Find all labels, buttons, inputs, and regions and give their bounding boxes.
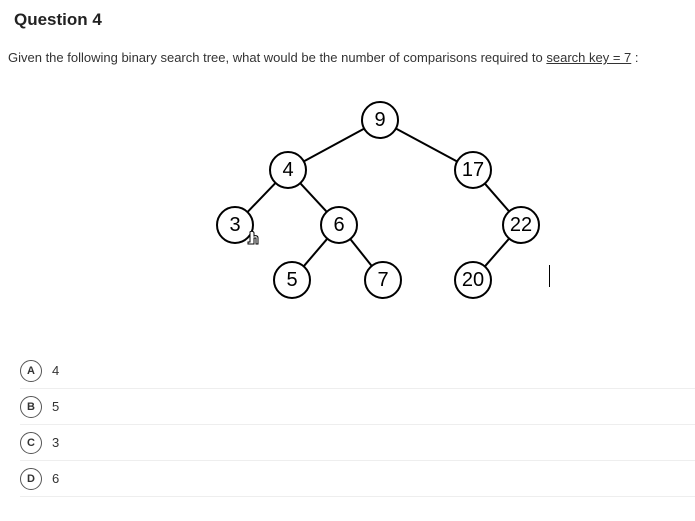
option-c[interactable]: C 3 — [20, 425, 695, 461]
tree-node: 5 — [274, 262, 310, 298]
tree-node: 17 — [455, 152, 491, 188]
question-text-underline: search key = 7 — [546, 50, 631, 65]
tree-svg: 9 4 17 3 6 22 5 7 20 — [0, 75, 695, 345]
tree-node-value: 5 — [286, 269, 297, 291]
option-d[interactable]: D 6 — [20, 461, 695, 497]
text-cursor-icon — [549, 265, 550, 287]
tree-edge — [485, 184, 509, 212]
tree-node-value: 22 — [510, 214, 532, 236]
tree-edge — [485, 239, 509, 267]
option-letter: B — [20, 396, 42, 418]
tree-node: 20 — [455, 262, 491, 298]
option-letter: A — [20, 360, 42, 382]
option-text: 4 — [52, 363, 59, 378]
tree-node: 3 — [217, 207, 253, 243]
tree-edge — [304, 129, 364, 162]
tree-node: 7 — [365, 262, 401, 298]
tree-edge — [247, 183, 275, 212]
tree-edge — [300, 183, 327, 212]
question-text-before: Given the following binary search tree, … — [8, 50, 546, 65]
tree-node: 9 — [362, 102, 398, 138]
option-b[interactable]: B 5 — [20, 389, 695, 425]
tree-node-value: 17 — [462, 159, 484, 181]
tree-node-value: 20 — [462, 269, 484, 291]
tree-edge — [396, 129, 457, 162]
option-letter: D — [20, 468, 42, 490]
tree-edge — [304, 239, 328, 267]
question-text-after: : — [631, 50, 638, 65]
tree-node: 4 — [270, 152, 306, 188]
tree-edge — [350, 239, 372, 266]
option-letter: C — [20, 432, 42, 454]
tree-node-value: 9 — [374, 109, 385, 131]
option-a[interactable]: A 4 — [20, 353, 695, 389]
question-number: Question 4 — [0, 0, 695, 30]
option-text: 3 — [52, 435, 59, 450]
question-text: Given the following binary search tree, … — [0, 30, 695, 65]
tree-node-value: 3 — [229, 214, 240, 236]
tree-node: 22 — [503, 207, 539, 243]
tree-node-value: 7 — [377, 269, 388, 291]
option-text: 6 — [52, 471, 59, 486]
answer-options: A 4 B 5 C 3 D 6 — [0, 345, 695, 497]
tree-node: 6 — [321, 207, 357, 243]
option-text: 5 — [52, 399, 59, 414]
tree-diagram: 9 4 17 3 6 22 5 7 20 — [0, 75, 695, 345]
tree-node-value: 4 — [282, 159, 293, 181]
tree-node-value: 6 — [333, 214, 344, 236]
